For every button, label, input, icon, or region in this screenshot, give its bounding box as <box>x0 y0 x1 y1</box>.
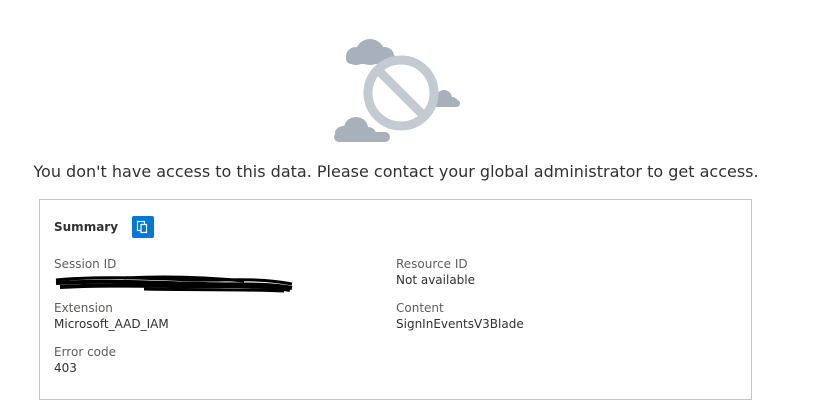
copy-button[interactable] <box>132 216 155 238</box>
redaction-scribble <box>55 275 293 293</box>
error-code-value: 403 <box>54 361 77 375</box>
no-access-illustration-icon <box>334 39 460 142</box>
session-id-field: Session ID <box>54 256 293 293</box>
extension-label: Extension <box>54 301 113 315</box>
extension-field: Extension Microsoft_AAD_IAM <box>54 300 169 332</box>
summary-header: Summary <box>54 214 155 240</box>
access-denied-page: You don't have access to this data. Plea… <box>0 0 839 411</box>
content-value: SignInEventsV3Blade <box>396 317 524 331</box>
session-id-label: Session ID <box>54 257 117 271</box>
resource-id-label: Resource ID <box>396 257 468 271</box>
access-denied-message: You don't have access to this data. Plea… <box>33 162 759 181</box>
error-code-label: Error code <box>54 345 117 359</box>
resource-id-value: Not available <box>396 273 476 287</box>
summary-panel: Summary Session ID Resource ID Not avail <box>39 199 752 400</box>
content-label: Content <box>396 301 444 315</box>
summary-title: Summary <box>54 220 119 234</box>
content-field: Content SignInEventsV3Blade <box>396 300 524 332</box>
extension-value: Microsoft_AAD_IAM <box>54 317 169 331</box>
resource-id-field: Resource ID Not available <box>396 256 475 288</box>
copy-icon <box>136 220 148 234</box>
error-code-field: Error code 403 <box>54 344 116 376</box>
